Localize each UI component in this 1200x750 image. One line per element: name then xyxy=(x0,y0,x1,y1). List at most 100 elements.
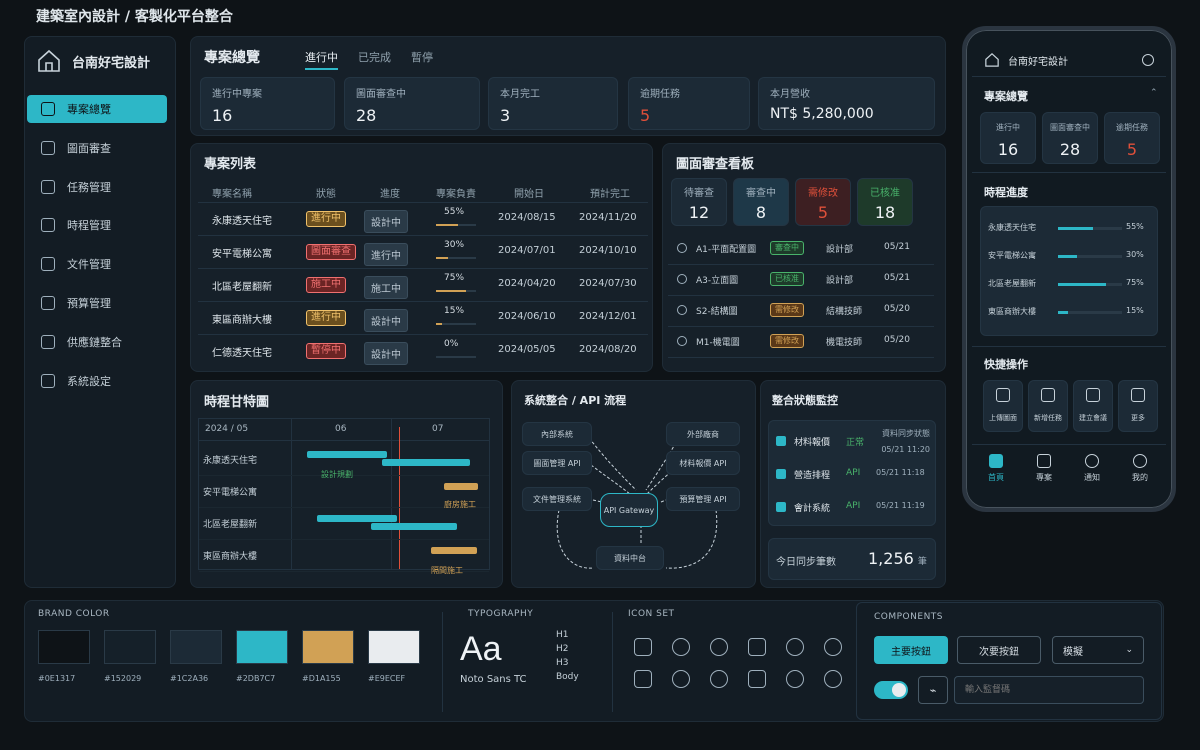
mobile-stat-label: 圖面審查中 xyxy=(1050,123,1090,132)
review-count-value: 5 xyxy=(817,203,829,222)
api-node-data-hub[interactable]: 資料中台 xyxy=(596,546,664,570)
mobile-tab-label[interactable]: 首頁 xyxy=(980,472,1012,483)
status-badge: 暫停中 xyxy=(306,343,346,359)
review-tag: 需修改 xyxy=(770,303,804,317)
sidebar-item-1[interactable]: 圖面審查 xyxy=(27,134,167,162)
stat-label: 逾期任務 xyxy=(640,89,680,100)
gantt-row-label: 北區老屋翻新 xyxy=(203,520,258,530)
mobile-progress-value: 55% xyxy=(1126,222,1144,231)
table-row[interactable]: 北區老屋翻新 施工中 施工中 75% 2024/04/20 2024/07/30 xyxy=(198,268,648,300)
sidebar-item-3[interactable]: 時程管理 xyxy=(27,211,167,239)
table-header: 專案名稱 狀態 進度 專案負責 開始日 預計完工 xyxy=(198,178,648,202)
review-count-value: 12 xyxy=(688,203,710,222)
secondary-button[interactable]: 次要按鈕 xyxy=(957,636,1041,664)
tab-completed[interactable]: 已完成 xyxy=(358,49,391,70)
review-board-title: 圖面審查看板 xyxy=(676,157,755,172)
gantt-bar[interactable] xyxy=(444,483,478,490)
review-count-label: 審查中 xyxy=(746,188,776,199)
table-row[interactable]: 永康透天住宅 進行中 設計中 55% 2024/08/15 2024/11/20 xyxy=(198,202,648,234)
col-phase: 進度 xyxy=(380,189,400,200)
review-count-label: 需修改 xyxy=(808,188,838,199)
chevron-up-icon[interactable]: ⌃ xyxy=(1150,88,1158,98)
tab-paused[interactable]: 暫停 xyxy=(411,49,433,70)
review-tag: 需修改 xyxy=(770,334,804,348)
api-node-budget-api[interactable]: 預算管理 API xyxy=(666,487,740,511)
project-name: 仁德透天住宅 xyxy=(212,348,272,359)
sidebar-item-2[interactable]: 任務管理 xyxy=(27,173,167,201)
heart-icon[interactable] xyxy=(1085,454,1099,468)
plus-circle-icon[interactable] xyxy=(677,305,687,315)
drawing-code[interactable]: M1-機電圖 xyxy=(696,335,740,348)
color-swatch xyxy=(302,630,354,664)
sidebar-item-5[interactable]: 預算管理 xyxy=(27,289,167,317)
sync-count-unit: 筆 xyxy=(917,557,927,567)
sync-count-label: 今日同步筆數 xyxy=(776,557,836,568)
component-select[interactable]: 模擬 ⌄ xyxy=(1052,636,1144,664)
bag-icon xyxy=(824,670,842,688)
color-swatch xyxy=(104,630,156,664)
progress-bar xyxy=(436,356,476,358)
gantt-bar[interactable] xyxy=(317,515,397,522)
gantt-bar[interactable] xyxy=(307,451,387,458)
system-name: 材料報價 xyxy=(794,438,831,448)
tag-icon xyxy=(710,670,728,688)
gantt-bar[interactable] xyxy=(382,459,470,466)
mobile-tab-label[interactable]: 專案 xyxy=(1028,472,1060,483)
progress-fill xyxy=(436,257,448,259)
sidebar-item-7[interactable]: 系統設定 xyxy=(27,367,167,395)
drawing-code[interactable]: A3-立面圖 xyxy=(696,273,738,286)
api-node-internal[interactable]: 內部系統 xyxy=(522,422,592,446)
mobile-search-icon[interactable] xyxy=(1142,54,1154,66)
mobile-progress-fill xyxy=(1058,227,1094,230)
divider xyxy=(668,357,934,358)
mobile-tab-label[interactable]: 我的 xyxy=(1124,472,1156,483)
primary-button[interactable]: 主要按鈕 xyxy=(874,636,948,664)
api-node-external[interactable]: 外部廠商 xyxy=(666,422,740,446)
document-icon xyxy=(41,140,55,155)
mobile-tab-label[interactable]: 通知 xyxy=(1076,472,1108,483)
globe-icon xyxy=(672,670,690,688)
system-time: 05/21 11:18 xyxy=(876,468,925,477)
gantt-bar[interactable] xyxy=(371,523,457,530)
table-row[interactable]: 東區商辦大樓 進行中 設計中 15% 2024/06/10 2024/12/01 xyxy=(198,301,648,333)
type-body: Body xyxy=(556,672,579,682)
color-swatch xyxy=(38,630,90,664)
api-node-drawing-api[interactable]: 圖面管理 API xyxy=(522,451,592,475)
home-icon[interactable] xyxy=(989,454,1003,468)
swatch-hex: #2DB7C7 xyxy=(236,674,276,683)
user-icon[interactable] xyxy=(1133,454,1147,468)
table-row[interactable]: 安平電梯公寓 圖面審查 進行中 30% 2024/07/01 2024/10/10 xyxy=(198,235,648,267)
end-date: 2024/12/01 xyxy=(579,311,637,322)
gantt-bar[interactable] xyxy=(431,547,477,554)
sidebar-item-label: 預算管理 xyxy=(67,297,111,310)
swatch-hex: #D1A155 xyxy=(302,674,341,683)
status-badge: 圖面審查 xyxy=(306,244,356,260)
mobile-progress-value: 30% xyxy=(1126,250,1144,259)
toggle-switch[interactable] xyxy=(874,681,908,699)
api-node-gateway[interactable]: API Gateway xyxy=(600,493,658,527)
plus-circle-icon[interactable] xyxy=(677,243,687,253)
table-row[interactable]: 仁德透天住宅 暫停中 設計中 0% 2024/05/05 2024/08/20 xyxy=(198,334,648,366)
plus-circle-icon[interactable] xyxy=(677,336,687,346)
divider xyxy=(668,295,934,296)
plus-circle-icon[interactable] xyxy=(677,274,687,284)
mobile-progress-fill xyxy=(1058,255,1078,258)
gantt-title: 時程甘特圖 xyxy=(204,395,270,410)
link-icon-button[interactable]: ⌁ xyxy=(918,676,948,704)
clock-icon xyxy=(634,670,652,688)
status-badge: 施工中 xyxy=(306,277,346,293)
phase-badge: 設計中 xyxy=(364,342,408,365)
sidebar-item-6[interactable]: 供應鏈整合 xyxy=(27,328,167,356)
mobile-progress-value: 75% xyxy=(1126,278,1144,287)
api-node-doc-system[interactable]: 文件管理系統 xyxy=(522,487,592,511)
tab-in-progress[interactable]: 進行中 xyxy=(305,49,338,70)
api-node-material-api[interactable]: 材料報價 API xyxy=(666,451,740,475)
project-icon[interactable] xyxy=(1037,454,1051,468)
drawing-code[interactable]: A1-平面配置圖 xyxy=(696,242,756,255)
task-icon xyxy=(41,179,55,194)
end-date: 2024/08/20 xyxy=(579,344,637,355)
sidebar-item-4[interactable]: 文件管理 xyxy=(27,250,167,278)
sidebar-item-0[interactable]: 專案總覽 xyxy=(27,95,167,123)
drawing-code[interactable]: S2-結構圖 xyxy=(696,304,738,317)
code-input[interactable] xyxy=(954,676,1144,704)
